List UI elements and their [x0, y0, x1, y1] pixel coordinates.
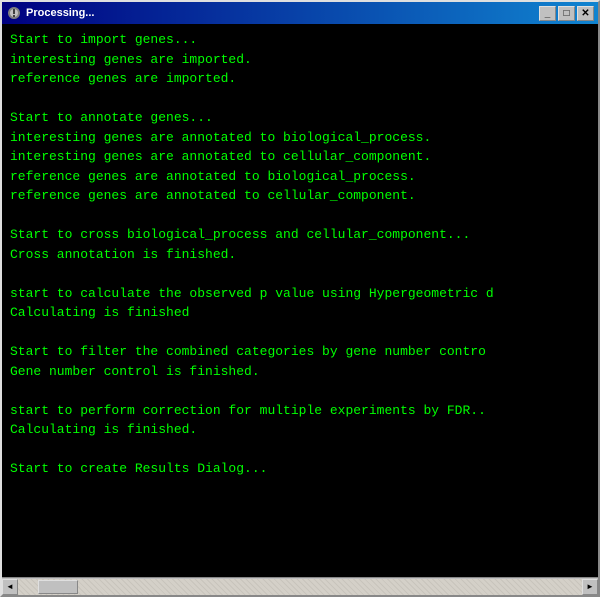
main-window: Processing... _ □ ✕ Start to import gene…: [0, 0, 600, 597]
console-output: Start to import genes... interesting gen…: [2, 24, 598, 577]
console-text-block: Start to import genes... interesting gen…: [10, 30, 590, 479]
scroll-left-button[interactable]: ◄: [2, 579, 18, 595]
close-button[interactable]: ✕: [577, 6, 594, 21]
minimize-button[interactable]: _: [539, 6, 556, 21]
horizontal-scrollbar[interactable]: ◄ ►: [2, 577, 598, 595]
maximize-button[interactable]: □: [558, 6, 575, 21]
scroll-thumb[interactable]: [38, 580, 78, 594]
window-controls: _ □ ✕: [539, 6, 594, 21]
title-bar: Processing... _ □ ✕: [2, 2, 598, 24]
window-title: Processing...: [26, 7, 539, 19]
scroll-track[interactable]: [18, 579, 582, 595]
scroll-right-button[interactable]: ►: [582, 579, 598, 595]
window-icon: [6, 5, 22, 21]
